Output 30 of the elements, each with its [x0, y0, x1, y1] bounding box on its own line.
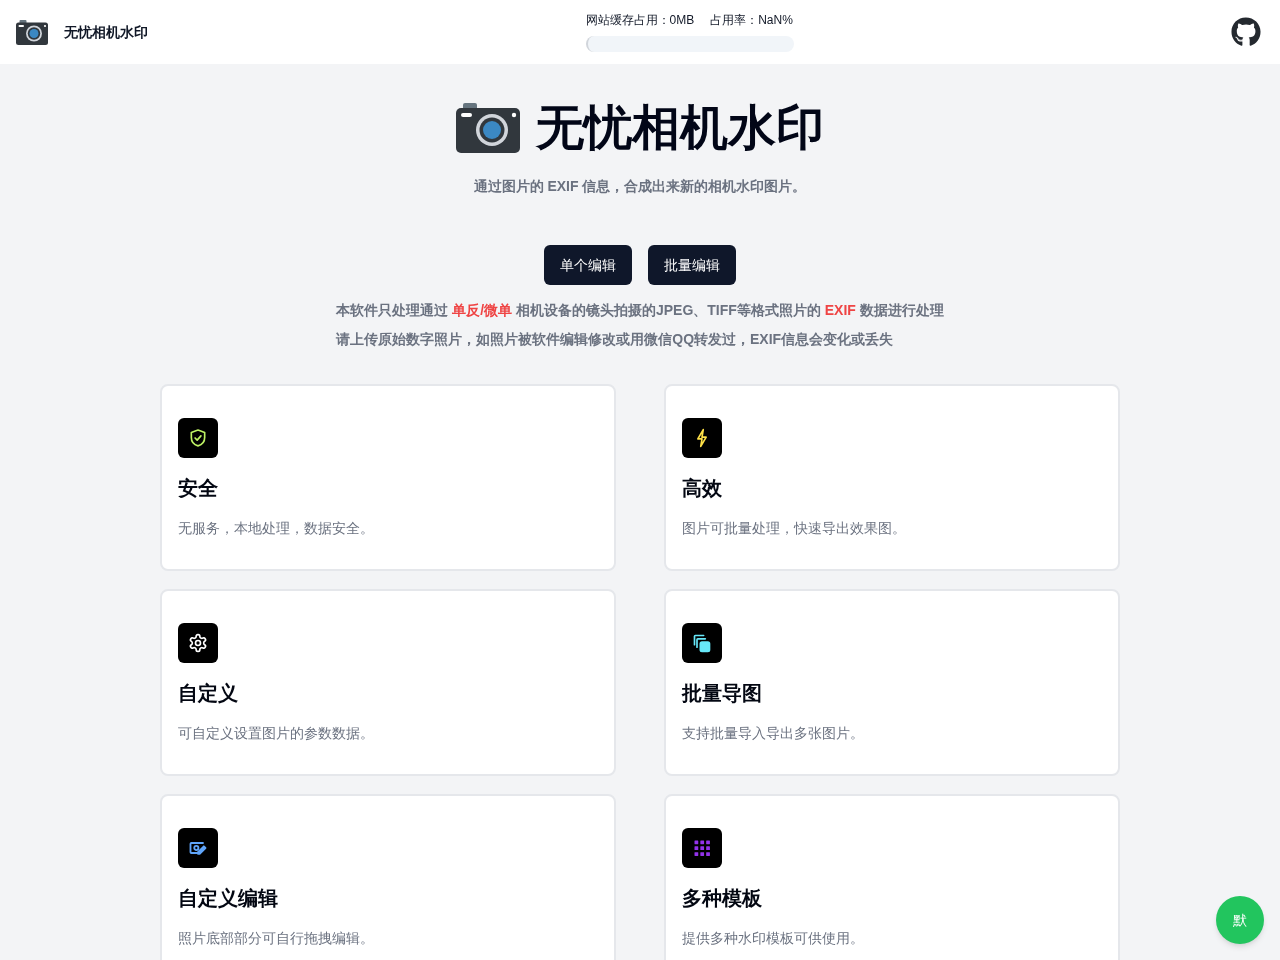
usage-rate-text: 占用率：NaN%	[710, 12, 793, 28]
feature-description: 图片可批量处理，快速导出效果图。	[682, 519, 907, 538]
feature-description: 提供多种水印模板可供使用。	[682, 929, 865, 948]
site-title: 无忧相机水印	[64, 23, 148, 42]
edit-button[interactable]: 单个编辑	[544, 245, 632, 285]
shield-check-icon	[178, 418, 218, 458]
dot-grid-icon	[682, 828, 722, 868]
feature-title: 自定义	[178, 681, 239, 706]
edit-button[interactable]: 批量编辑	[648, 245, 736, 285]
hero-subtitle: 通过图片的 EXIF 信息，合成出来新的相机水印图片。	[473, 177, 807, 196]
settings-icon	[178, 623, 218, 663]
camera-logo-icon	[16, 19, 48, 45]
feature-title: 批量导图	[682, 681, 763, 706]
feature-description: 可自定义设置图片的参数数据。	[178, 724, 375, 743]
hero-title: 无忧相机水印	[536, 102, 824, 154]
feature-description: 无服务，本地处理，数据安全。	[178, 519, 375, 538]
stacked-squares-icon	[682, 623, 722, 663]
notice-text: 请上传原始数字照片，如照片被软件编辑修改或用微信QQ转发过，EXIF信息会变化或丢失	[336, 330, 894, 349]
feature-title: 多种模板	[682, 886, 763, 911]
feature-title: 自定义编辑	[178, 886, 279, 911]
feature-description: 照片底部部分可自行拖拽编辑。	[178, 929, 375, 948]
camera-logo-icon	[456, 103, 520, 153]
feature-title: 安全	[178, 476, 219, 501]
lightning-icon	[682, 418, 722, 458]
feature-title: 高效	[682, 476, 723, 501]
cache-usage-text: 网站缓存占用：0MB	[585, 12, 695, 28]
feature-description: 支持批量导入导出多张图片。	[682, 724, 865, 743]
github-icon[interactable]	[1231, 17, 1261, 47]
image-edit-icon	[178, 828, 218, 868]
notice-text: 本软件只处理通过 单反/微单 相机设备的镜头拍摄的JPEG、TIFF等格式照片的 EXIF 数据进行处理	[336, 301, 944, 320]
